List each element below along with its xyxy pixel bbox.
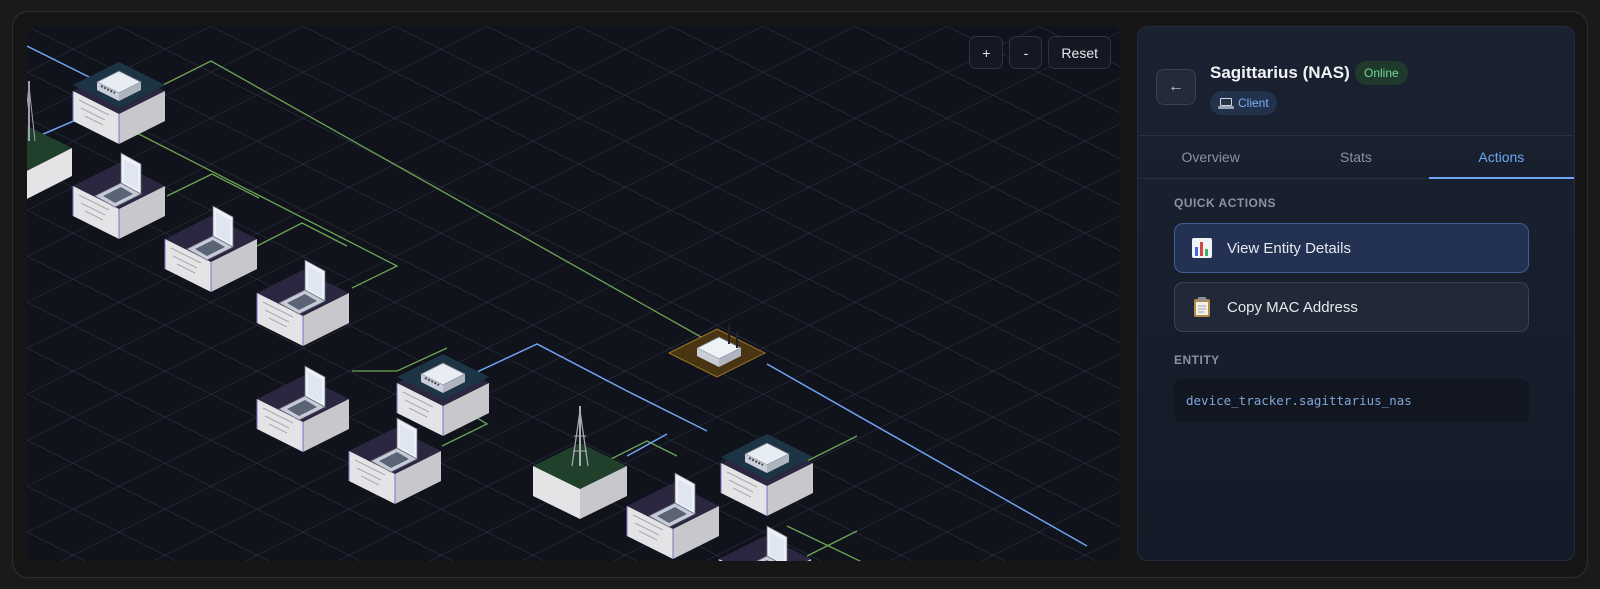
app-frame: + - Reset ← Sagittarius (NAS) Online Cli… [12,11,1588,578]
tab-stats[interactable]: Stats [1283,136,1428,178]
laptop-icon [1218,97,1234,109]
network-map-canvas[interactable] [27,26,1121,561]
copy-mac-address-label: Copy MAC Address [1227,298,1358,316]
copy-mac-address-button[interactable]: Copy MAC Address [1174,282,1529,332]
view-entity-details-button[interactable]: View Entity Details [1174,223,1529,273]
network-map[interactable]: + - Reset [27,26,1121,561]
bar-chart-icon [1191,237,1213,259]
panel-tabs: Overview Stats Actions [1138,135,1574,179]
entity-id-field[interactable]: device_tracker.sagittarius_nas [1174,379,1529,422]
device-type-badge: Client [1210,91,1277,115]
view-entity-details-label: View Entity Details [1227,239,1351,257]
quick-actions-heading: QUICK ACTIONS [1174,196,1277,210]
clipboard-icon [1191,296,1213,318]
zoom-in-button[interactable]: + [969,36,1004,69]
zoom-controls: + - Reset [969,36,1111,69]
back-button[interactable]: ← [1156,69,1196,105]
zoom-out-button[interactable]: - [1009,36,1043,69]
tab-overview[interactable]: Overview [1138,136,1283,178]
arrow-left-icon: ← [1168,78,1184,95]
reset-button[interactable]: Reset [1048,36,1111,69]
entity-heading: ENTITY [1174,353,1220,367]
status-badge: Online [1355,61,1408,85]
device-details-panel: ← Sagittarius (NAS) Online Client Overvi… [1137,26,1575,561]
device-title: Sagittarius (NAS) [1210,63,1350,82]
panel-header: ← Sagittarius (NAS) Online Client [1138,27,1574,135]
tab-actions[interactable]: Actions [1428,136,1574,179]
device-type-label: Client [1238,96,1269,110]
